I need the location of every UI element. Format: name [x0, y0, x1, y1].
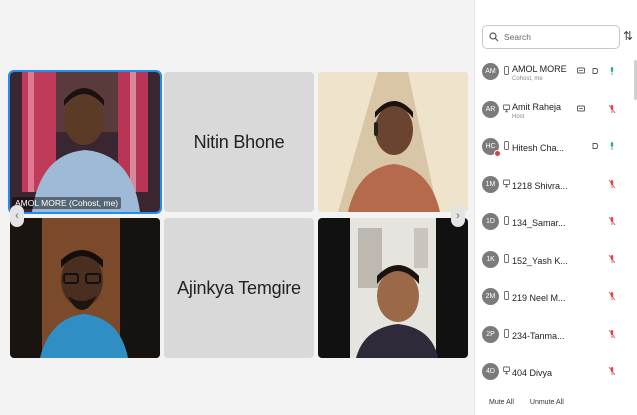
avatar: AM	[482, 63, 499, 80]
participant-row[interactable]: 1M 1218 Shivra...	[475, 169, 633, 205]
participant-name: 219 Neel M...	[512, 293, 566, 303]
status-badge	[494, 150, 501, 157]
participant-row[interactable]: AM AMOL MORE Cohost, me	[475, 56, 633, 92]
chevron-right-icon[interactable]: ›	[451, 205, 465, 227]
desktop-icon	[503, 366, 510, 375]
phone-icon	[504, 291, 509, 300]
participant-name: AMOL MORE	[512, 64, 567, 74]
video-tile-nitin-bhone[interactable]: Nitin Bhone	[164, 72, 314, 212]
video-tile-participant-6[interactable]	[318, 218, 468, 358]
participant-row[interactable]: 1K 152_Yash K...	[475, 244, 633, 280]
participant-row[interactable]: HC Hitesh Cha...	[475, 131, 633, 167]
participant-name: Hitesh Cha...	[512, 143, 565, 153]
avatar: 1D	[482, 213, 499, 230]
participant-name-label: Ajinkya Temgire	[177, 277, 301, 298]
participant-name: 152_Yash K...	[512, 255, 568, 266]
chevron-left-icon[interactable]: ‹	[10, 205, 24, 227]
participant-name: 404 Divya	[512, 368, 553, 378]
avatar: 4D	[482, 363, 499, 380]
camera-icon	[592, 143, 599, 149]
participant-video-feed	[318, 72, 468, 212]
participant-name: Amit Raheja	[512, 101, 562, 112]
search-icon	[489, 32, 499, 42]
avatar: 1K	[482, 250, 499, 268]
video-tile-participant-3[interactable]	[318, 72, 468, 212]
phone-icon	[504, 141, 509, 150]
mic-icon[interactable]	[608, 141, 616, 151]
participant-row[interactable]: 2M 219 Neel M...	[475, 281, 633, 317]
desktop-icon	[503, 179, 510, 187]
participant-role: Cohost, me	[512, 76, 543, 82]
participant-video-feed	[10, 72, 160, 212]
avatar: 1M	[482, 175, 499, 193]
participant-row[interactable]: 1D 134_Samar...	[475, 206, 633, 242]
participant-name-label: Nitin Bhone	[193, 131, 285, 152]
phone-icon	[504, 328, 509, 338]
participant-role: Host	[512, 113, 525, 120]
participant-name: 134_Samar...	[512, 218, 566, 228]
search-box[interactable]	[482, 25, 620, 49]
video-tile-caption: AMOL MORE (Cohost, me)	[12, 197, 122, 209]
share-screen-icon	[577, 105, 585, 111]
video-tile-participant-4[interactable]	[10, 218, 160, 358]
panel-footer: Mute All Unmute All	[475, 389, 637, 415]
participant-row[interactable]: 2P 234-Tanma...	[475, 319, 633, 355]
mic-icon[interactable]	[608, 66, 616, 76]
avatar: HC	[482, 138, 501, 157]
phone-icon	[504, 66, 509, 75]
phone-icon	[504, 253, 509, 263]
participants-panel: ⇅ AM AMOL MORE Cohost, me AR Amit RahejaHost…	[474, 0, 637, 415]
video-tile-amol-more[interactable]: AMOL MORE (Cohost, me)	[8, 70, 162, 214]
participant-row[interactable]: AR Amit Raheja Host	[475, 94, 633, 130]
unmute-all-button[interactable]: Unmute All	[530, 399, 564, 406]
camera-icon	[592, 68, 599, 74]
avatar: AR	[482, 100, 499, 118]
search-input[interactable]	[504, 32, 614, 42]
participant-row[interactable]: 4D 404 Divya	[475, 356, 633, 392]
mic-muted-icon[interactable]	[608, 329, 616, 339]
participant-name: 1218 Shivra...	[512, 180, 568, 191]
phone-icon	[504, 216, 509, 225]
video-tile-ajinkya-temgire[interactable]: Ajinkya Temgire	[164, 218, 314, 358]
share-screen-icon	[577, 67, 585, 74]
participant-video-feed	[318, 218, 468, 358]
participant-name: 234-Tanma...	[512, 330, 565, 341]
video-stage: AMOL MORE (Cohost, me) Nitin Bhone Ajink…	[0, 0, 474, 415]
avatar: 2P	[482, 325, 499, 343]
avatar: 2M	[482, 288, 499, 305]
mute-all-button[interactable]: Mute All	[489, 399, 514, 406]
mic-muted-icon[interactable]	[608, 179, 616, 189]
desktop-icon	[503, 104, 510, 112]
sort-icon[interactable]: ⇅	[623, 29, 633, 43]
mic-muted-icon[interactable]	[608, 254, 616, 264]
mic-muted-icon[interactable]	[608, 291, 616, 301]
mic-muted-icon[interactable]	[608, 104, 616, 114]
mic-muted-icon[interactable]	[608, 366, 616, 376]
mic-muted-icon[interactable]	[608, 216, 616, 226]
participant-video-feed	[10, 218, 160, 358]
